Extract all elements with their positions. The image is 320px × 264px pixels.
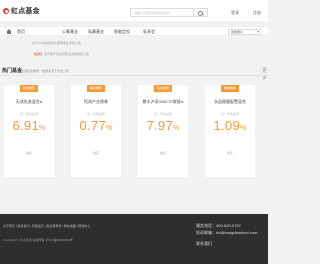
- nav-item-private-funds[interactable]: 私募基金: [88, 29, 104, 35]
- announcement-2[interactable]: 【最新】关于旗下基金调整业务规则的公告: [32, 52, 89, 56]
- buy-link[interactable]: 购买: [4, 151, 54, 155]
- section-divider: [0, 75, 268, 76]
- announcement-1[interactable]: 关于XX基金暂停大额申购业务的公告: [32, 41, 81, 45]
- fund-card[interactable]: 精选推荐 鼎丰沪深300ETF联接A 近一年收益率 7.97% 购买: [138, 85, 188, 177]
- fund-rate-value: 7.97: [146, 118, 173, 133]
- top-header: 虹点基金 请输入基金代码或基金名称 登录 注册: [0, 0, 268, 21]
- rate-label: 近一年收益率: [220, 112, 239, 116]
- fund-rate-value: 0.77: [79, 118, 106, 133]
- nav-item-private-club[interactable]: 私享会: [143, 29, 155, 35]
- fund-card[interactable]: 精选推荐 恒润产业债券 近一年收益率 0.77% 购买: [71, 85, 121, 177]
- fund-name: 永益稳健配置混合: [214, 99, 246, 104]
- site-footer: 关于我们 | 联系我们 | 风险提示 | 投资者教育 | 网站地图 | 帮助中心…: [0, 214, 268, 264]
- hot-funds-header: 热门基金 优选基金推荐，数据来源于基金公司 更多: [0, 66, 268, 81]
- footer-email: 投诉邮箱：hd@hongdianfund.com: [196, 230, 258, 235]
- rate-label: 近一年收益率: [19, 112, 38, 116]
- fund-rate: 7.97%: [138, 118, 188, 133]
- fund-name: 天成优选混合A: [15, 99, 43, 104]
- search-input[interactable]: 请输入基金代码或基金名称: [130, 8, 194, 17]
- card-badge: 精选推荐: [86, 85, 106, 92]
- login-link[interactable]: 登录: [231, 10, 239, 16]
- chevron-down-icon: [257, 30, 259, 33]
- card-badge: 精选推荐: [220, 85, 240, 92]
- rate-label: 近一年收益率: [153, 112, 172, 116]
- footer-links[interactable]: 关于我们 | 联系我们 | 风险提示 | 投资者教育 | 网站地图 | 帮助中心: [3, 224, 90, 228]
- nav-item-auto-invest[interactable]: 智能定投: [114, 29, 130, 35]
- buy-link[interactable]: 购买: [138, 151, 188, 155]
- buy-link[interactable]: 购买: [71, 151, 121, 155]
- announcement-2-text: 关于旗下基金调整业务规则的公告: [44, 52, 90, 56]
- nav-item-public-funds[interactable]: 公募基金: [62, 29, 78, 35]
- fund-rate-unit: %: [105, 125, 113, 132]
- announcement-tag: 【最新】: [32, 52, 45, 56]
- fund-rate: 1.09%: [205, 118, 255, 133]
- more-link[interactable]: 更多: [262, 67, 268, 81]
- fund-rate-value: 6.91: [12, 118, 39, 133]
- fund-name: 鼎丰沪深300ETF联接A: [142, 99, 184, 104]
- fund-name: 恒润产业债券: [84, 99, 108, 104]
- fund-card[interactable]: 精选推荐 永益稳健配置混合 近一年收益率 1.09% 购买: [205, 85, 255, 177]
- brand-name: 虹点基金: [11, 8, 40, 15]
- fund-card[interactable]: 精选推荐 天成优选混合A 近一年收益率 6.91% 购买: [4, 85, 54, 177]
- fund-rate-value: 1.09: [213, 118, 240, 133]
- fund-rate: 0.77%: [71, 118, 121, 133]
- footer-contact-us[interactable]: 联系我们: [196, 241, 212, 247]
- account-select-value: 我的账户: [231, 29, 244, 34]
- logo-mark-icon: [3, 8, 9, 14]
- home-icon: [7, 28, 11, 34]
- footer-copyright: Copyright © 虹点基金 版权所有 沪ICP备00000000号: [3, 238, 73, 242]
- rate-label: 近一年收益率: [86, 112, 105, 116]
- fund-rate: 6.91%: [4, 118, 54, 133]
- footer-phone: 服务电话：400-820-0707: [196, 223, 241, 228]
- register-link[interactable]: 注册: [253, 10, 261, 16]
- fund-rate-unit: %: [172, 125, 180, 132]
- hot-funds-subtitle: 优选基金推荐，数据来源于基金公司: [21, 69, 70, 73]
- card-badge: 精选推荐: [19, 85, 39, 92]
- fund-rate-unit: %: [239, 125, 247, 132]
- card-badge: 精选推荐: [153, 85, 173, 92]
- hot-funds-title: 热门基金: [2, 68, 23, 74]
- fund-rate-unit: %: [38, 125, 46, 132]
- brand-logo[interactable]: 虹点基金: [3, 6, 40, 16]
- nav-item-home[interactable]: 首页: [17, 29, 25, 35]
- main-nav: 首页 公募基金 私募基金 智能定投 私享会 我的账户: [0, 26, 268, 36]
- account-select[interactable]: 我的账户: [228, 28, 261, 35]
- search-icon[interactable]: [194, 8, 208, 17]
- buy-link[interactable]: 购买: [205, 151, 255, 155]
